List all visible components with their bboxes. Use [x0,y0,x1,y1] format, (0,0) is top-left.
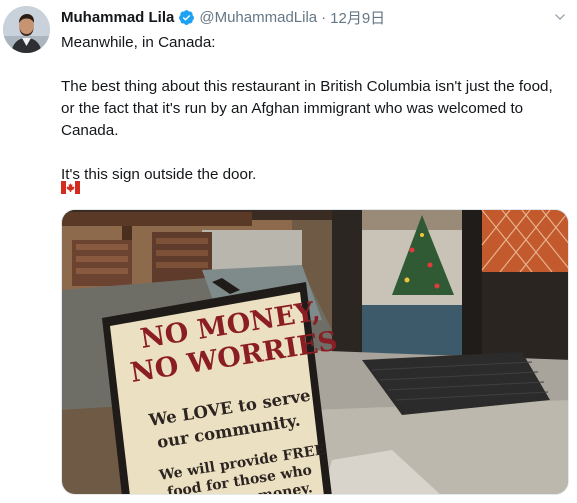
tweet-text: Meanwhile, in Canada: The best thing abo… [61,32,567,186]
tweet-date[interactable]: 12月9日 [330,7,385,28]
tweet-text-paragraph3: It's this sign outside the door. [61,166,257,183]
restaurant-sign-photo: NO MONEY, NO WORRIES We LOVE to serve ou… [62,210,568,494]
chevron-down-icon[interactable] [551,8,569,26]
tweet-text-paragraph2: The best thing about this restaurant in … [61,78,553,139]
tweet-header: Muhammad Lila @MuhammadLila · 12月9日 [61,6,569,28]
canada-flag-icon [61,181,80,194]
tweet-card: Muhammad Lila @MuhammadLila · 12月9日 Mean… [0,0,577,503]
emoji-line [61,181,80,197]
verified-badge-icon [178,9,195,26]
avatar-image [3,6,50,53]
separator-dot: · [321,8,327,26]
avatar[interactable] [3,6,50,53]
author-handle[interactable]: @MuhammadLila [199,9,317,26]
author-name[interactable]: Muhammad Lila [61,9,174,26]
tweet-text-line1: Meanwhile, in Canada: [61,34,216,51]
tweet-photo[interactable]: NO MONEY, NO WORRIES We LOVE to serve ou… [61,209,569,495]
